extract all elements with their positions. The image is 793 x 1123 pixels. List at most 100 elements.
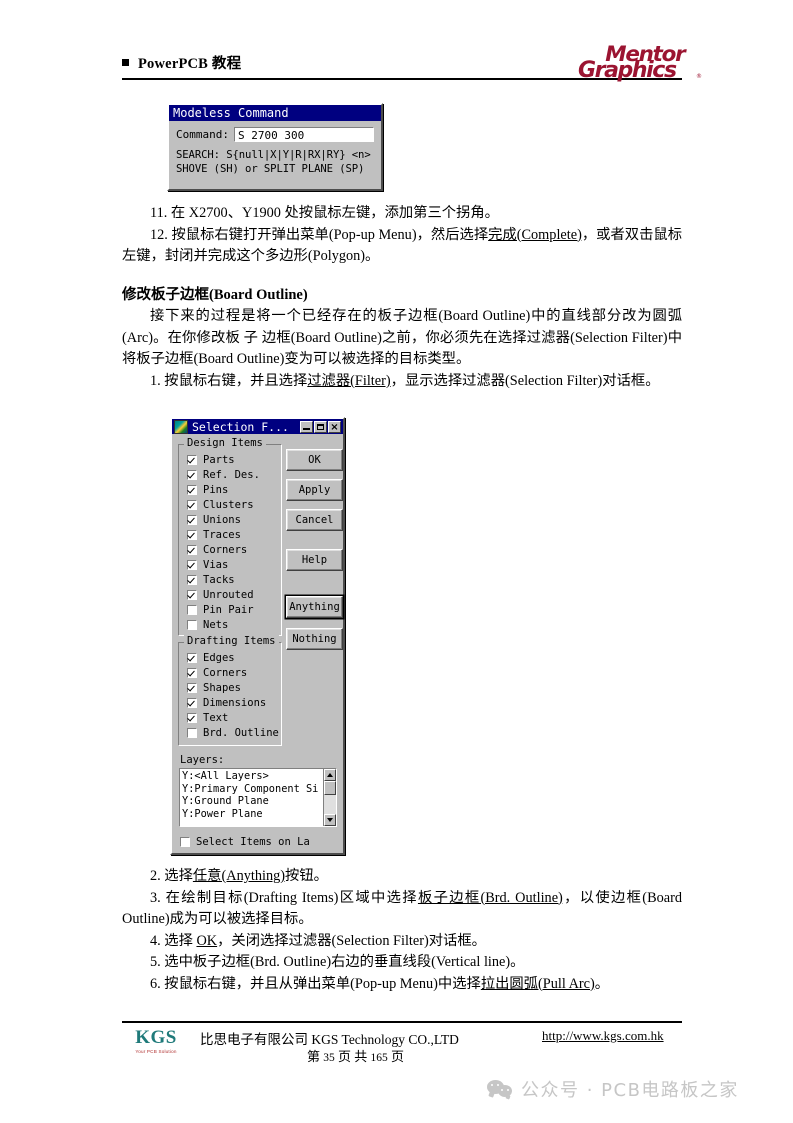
command-hint-line-1: SEARCH: S{null|X|Y|R|RX|RY} <n> — [176, 149, 371, 161]
modeless-command-titlebar[interactable]: Modeless Command — [169, 105, 381, 121]
layers-scrollbar[interactable] — [323, 769, 336, 826]
scroll-down-arrow-icon[interactable] — [324, 814, 336, 826]
checkbox-row-text[interactable]: Text — [179, 710, 281, 725]
checkbox-text[interactable] — [187, 712, 197, 723]
kgs-logo-text: KGS — [135, 1027, 177, 1048]
checkbox-ref-des[interactable] — [187, 469, 197, 480]
label-edges: Edges — [203, 651, 235, 664]
step-3-link[interactable]: 板子边框(Brd. Outline) — [418, 890, 563, 906]
nothing-button[interactable]: Nothing — [286, 628, 343, 650]
checkbox-brd-outline[interactable] — [187, 727, 197, 738]
step-1-part-b: ，显示选择过滤器(Selection Filter)对话框。 — [390, 373, 660, 389]
list-item[interactable]: Y:Ground Plane — [182, 795, 323, 808]
checkbox-unions[interactable] — [187, 514, 197, 525]
mentor-logo-line2: Graphics — [578, 58, 677, 83]
scrollbar-thumb[interactable] — [324, 781, 336, 795]
step-5: 5. 选中板子边框(Brd. Outline)右边的垂直线段(Vertical … — [150, 954, 525, 970]
checkbox-row-traces[interactable]: Traces — [179, 527, 281, 542]
checkbox-row-ref-des[interactable]: Ref. Des. — [179, 467, 281, 482]
step-12-link[interactable]: 完成(Complete) — [488, 227, 582, 243]
drafting-items-group-label: Drafting Items — [184, 635, 279, 647]
modeless-command-body: Command: S 2700 300 SEARCH: S{null|X|Y|R… — [169, 121, 381, 176]
steps-11-12-block: 11. 在 X2700、Y1900 处按鼠标左键，添加第三个拐角。 12. 按鼠… — [122, 203, 682, 268]
anything-button[interactable]: Anything — [286, 596, 343, 618]
layers-listbox[interactable]: Y:<All Layers> Y:Primary Component Si Y:… — [179, 768, 337, 827]
label-clusters: Clusters — [203, 498, 254, 511]
checkbox-row-parts[interactable]: Parts — [179, 452, 281, 467]
checkbox-row-unrouted[interactable]: Unrouted — [179, 587, 281, 602]
checkbox-row-brd-outline[interactable]: Brd. Outline — [179, 725, 281, 740]
checkbox-row-vias[interactable]: Vias — [179, 557, 281, 572]
checkbox-select-items-on-layer[interactable] — [180, 837, 190, 847]
label-pin-pair: Pin Pair — [203, 603, 254, 616]
checkbox-row-dimensions[interactable]: Dimensions — [179, 695, 281, 710]
steps-2-6-block: 2. 选择任意(Anything)按钮。 3. 在绘制目标(Drafting I… — [122, 866, 682, 995]
checkbox-clusters[interactable] — [187, 499, 197, 510]
checkbox-unrouted[interactable] — [187, 589, 197, 600]
cancel-button[interactable]: Cancel — [286, 509, 343, 531]
checkbox-shapes[interactable] — [187, 682, 197, 693]
checkbox-tacks[interactable] — [187, 574, 197, 585]
list-item[interactable]: Y:Primary Component Si — [182, 783, 323, 796]
selection-filter-dialog[interactable]: Selection F... × Design Items Parts Ref.… — [170, 417, 345, 855]
label-tacks: Tacks — [203, 573, 235, 586]
modeless-command-dialog[interactable]: Modeless Command Command: S 2700 300 SEA… — [167, 103, 383, 191]
checkbox-corners[interactable] — [187, 544, 197, 555]
checkbox-row-drafting-corners[interactable]: Corners — [179, 665, 281, 680]
drafting-items-list: Edges Corners Shapes Dimensions Text Brd… — [179, 643, 281, 740]
list-item[interactable]: Y:<All Layers> — [182, 770, 323, 783]
mentor-graphics-logo: Mentor Graphics ® — [578, 44, 706, 82]
selection-filter-titlebar[interactable]: Selection F... × — [172, 419, 343, 434]
checkbox-drafting-corners[interactable] — [187, 667, 197, 678]
label-traces: Traces — [203, 528, 241, 541]
step-1-link[interactable]: 过滤器(Filter) — [307, 373, 390, 389]
checkbox-row-pin-pair[interactable]: Pin Pair — [179, 602, 281, 617]
scroll-up-arrow-icon[interactable] — [324, 769, 336, 781]
selection-filter-body: Design Items Parts Ref. Des. Pins Cluste… — [172, 434, 343, 853]
checkbox-dimensions[interactable] — [187, 697, 197, 708]
page-suffix: 页 — [391, 1049, 405, 1064]
apply-button[interactable]: Apply — [286, 479, 343, 501]
checkbox-nets[interactable] — [187, 619, 197, 630]
step-6-link[interactable]: 拉出圆弧(Pull Arc) — [481, 976, 595, 992]
step-6-part-a: 6. 按鼠标右键，并且从弹出菜单(Pop-up Menu)中选择 — [150, 975, 481, 992]
maximize-button[interactable] — [314, 420, 327, 433]
checkbox-row-pins[interactable]: Pins — [179, 482, 281, 497]
close-icon[interactable]: × — [328, 420, 341, 433]
step-12-part-a: 12. 按鼠标右键打开弹出菜单(Pop-up Menu)，然后选择 — [150, 226, 489, 243]
label-corners: Corners — [203, 543, 248, 556]
section-heading: 修改板子边框(Board Outline) — [122, 285, 308, 306]
mentor-logo-trademark: ® — [696, 73, 702, 80]
checkbox-row-tacks[interactable]: Tacks — [179, 572, 281, 587]
command-input[interactable]: S 2700 300 — [233, 127, 374, 142]
list-item[interactable]: Y:Power Plane — [182, 808, 323, 821]
minimize-button[interactable] — [300, 420, 313, 433]
step-11: 11. 在 X2700、Y1900 处按鼠标左键，添加第三个拐角。 — [150, 205, 499, 221]
step-6: 6. 按鼠标右键，并且从弹出菜单(Pop-up Menu)中选择拉出圆弧(Pul… — [122, 974, 682, 996]
label-select-items-on-layer: Select Items on La — [196, 836, 310, 848]
drafting-items-group: Drafting Items Edges Corners Shapes Dime… — [178, 635, 282, 746]
label-brd-outline: Brd. Outline — [203, 726, 279, 739]
select-items-on-layer-row[interactable]: Select Items on La — [180, 836, 338, 848]
checkbox-parts[interactable] — [187, 454, 197, 465]
checkbox-row-clusters[interactable]: Clusters — [179, 497, 281, 512]
checkbox-row-unions[interactable]: Unions — [179, 512, 281, 527]
scrollbar-track[interactable] — [324, 795, 336, 814]
step-1: 1. 按鼠标右键，并且选择过滤器(Filter)，显示选择过滤器(Selecti… — [122, 371, 682, 393]
checkbox-vias[interactable] — [187, 559, 197, 570]
step-2-link[interactable]: 任意(Anything) — [193, 868, 285, 884]
help-button[interactable]: Help — [286, 549, 343, 571]
step-6-part-b: 。 — [594, 975, 610, 992]
ok-button[interactable]: OK — [286, 449, 343, 471]
step-4-part-a: 4. 选择 — [150, 932, 197, 949]
checkbox-pins[interactable] — [187, 484, 197, 495]
checkbox-pin-pair[interactable] — [187, 604, 197, 615]
step-4-link[interactable]: OK — [196, 933, 217, 949]
footer-website-link[interactable]: http://www.kgs.com.hk — [542, 1028, 664, 1044]
checkbox-row-nets[interactable]: Nets — [179, 617, 281, 632]
checkbox-edges[interactable] — [187, 652, 197, 663]
checkbox-row-corners[interactable]: Corners — [179, 542, 281, 557]
checkbox-row-shapes[interactable]: Shapes — [179, 680, 281, 695]
checkbox-row-edges[interactable]: Edges — [179, 650, 281, 665]
checkbox-traces[interactable] — [187, 529, 197, 540]
